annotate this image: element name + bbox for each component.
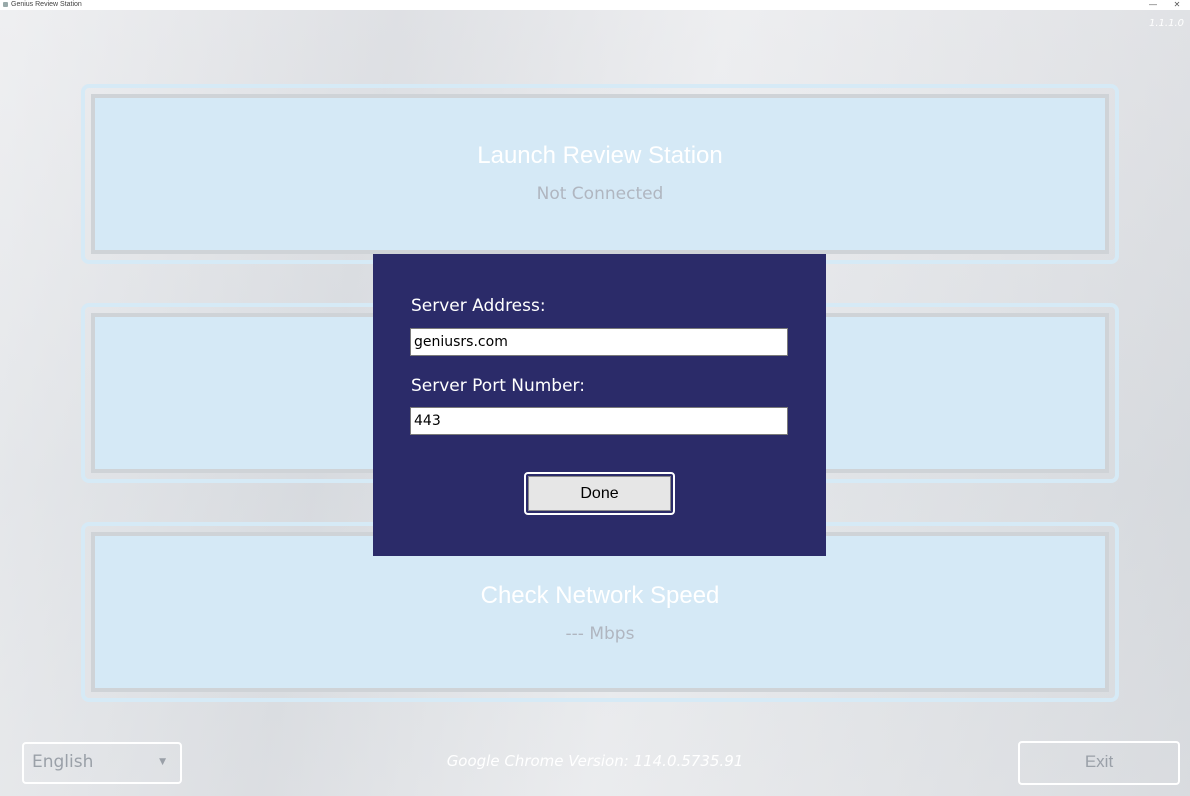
window-title: Genius Review Station <box>11 1 82 8</box>
exit-button[interactable]: Exit <box>1018 741 1180 785</box>
server-port-input[interactable] <box>410 407 788 435</box>
launch-review-station-panel[interactable]: Launch Review Station Not Connected <box>81 84 1119 264</box>
chrome-version-label: Google Chrome Version: 114.0.5735.91 <box>446 752 744 770</box>
server-port-label: Server Port Number: <box>411 376 585 396</box>
network-speed-value: --- Mbps <box>565 624 635 644</box>
connection-status: Not Connected <box>536 184 664 204</box>
done-button[interactable]: Done <box>524 472 675 515</box>
server-settings-dialog: Server Address: Server Port Number: Done <box>373 254 826 556</box>
server-address-input[interactable] <box>410 328 788 356</box>
done-button-label: Done <box>528 476 671 511</box>
version-label: 1.1.1.0 <box>1149 18 1184 29</box>
panel-inner: Launch Review Station Not Connected <box>91 94 1109 254</box>
minimize-button[interactable]: — <box>1146 0 1160 10</box>
close-button[interactable]: ✕ <box>1170 0 1184 10</box>
app-icon <box>3 2 8 7</box>
panel-inner: Check Network Speed --- Mbps <box>91 532 1109 692</box>
panel-title: Launch Review Station <box>477 142 723 169</box>
title-bar: Genius Review Station — ✕ <box>0 0 1190 10</box>
panel-title: Check Network Speed <box>480 582 720 609</box>
server-address-label: Server Address: <box>411 296 546 316</box>
